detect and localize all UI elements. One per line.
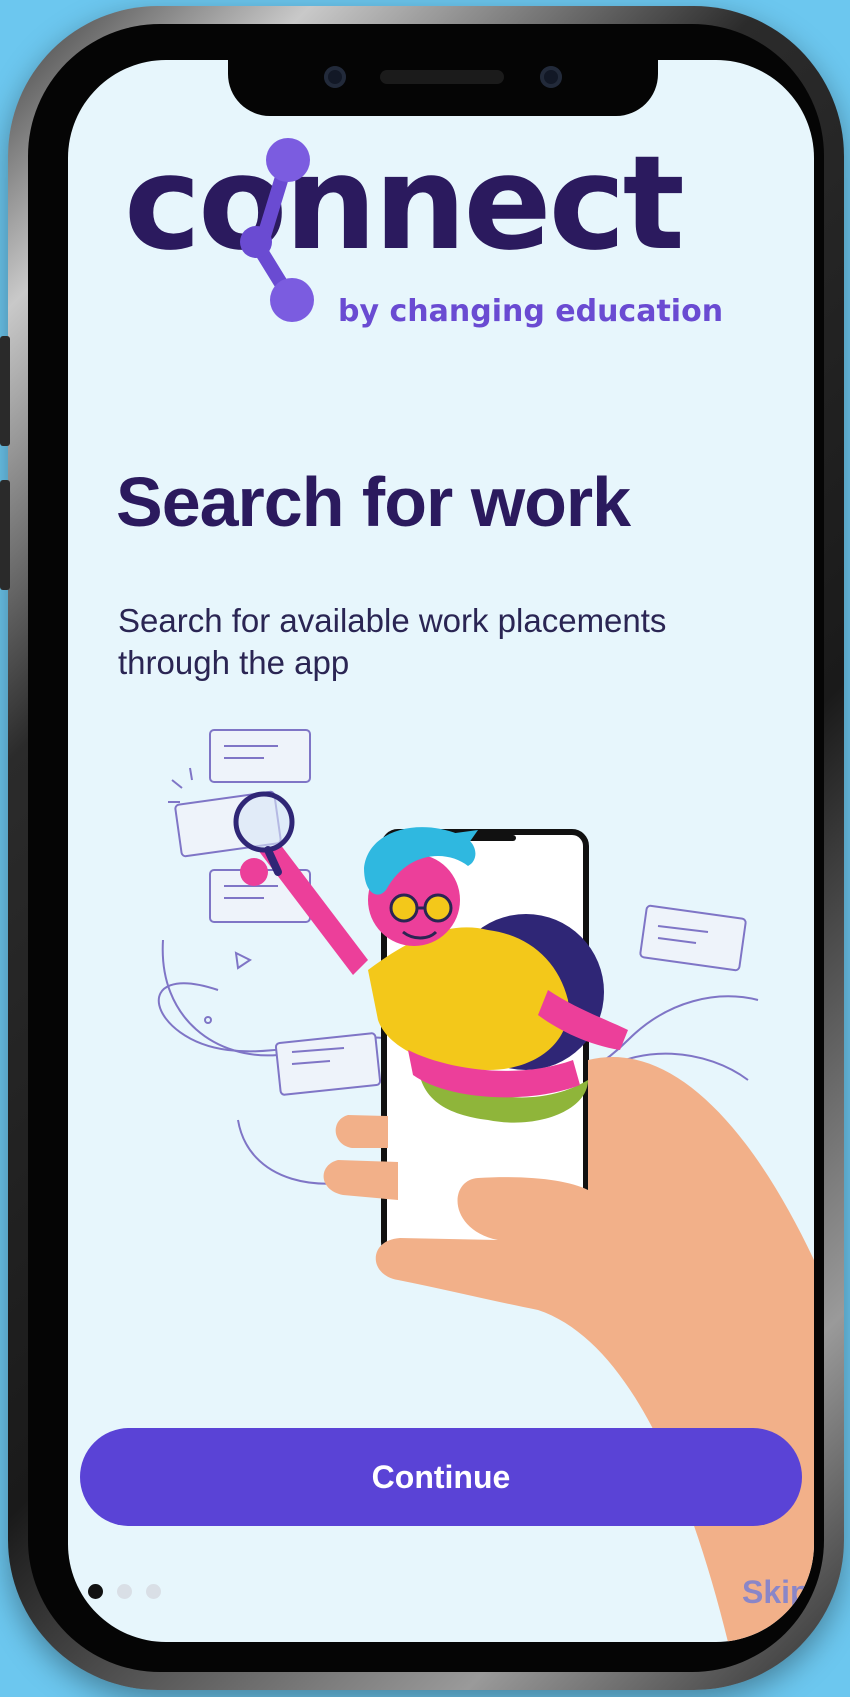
earpiece-speaker — [380, 70, 504, 84]
volume-down-button — [0, 480, 10, 590]
skip-button[interactable]: Skip — [742, 1574, 810, 1611]
page-dot-2[interactable] — [117, 1584, 132, 1599]
volume-up-button — [0, 336, 10, 446]
page-dot-1[interactable] — [88, 1584, 103, 1599]
continue-button[interactable]: Continue — [80, 1428, 802, 1526]
continue-button-label: Continue — [371, 1458, 511, 1495]
page-subtitle: Search for available work placements thr… — [118, 602, 667, 681]
app-screen: connect by changing education Search for… — [68, 60, 814, 1642]
device-mockup: connect by changing education Search for… — [0, 0, 850, 1697]
brand-tagline: by changing education — [338, 294, 724, 329]
front-camera-icon — [324, 66, 346, 88]
sensor-icon — [540, 66, 562, 88]
page-dot-3[interactable] — [146, 1584, 161, 1599]
phone-notch — [228, 60, 658, 116]
page-indicator — [88, 1584, 161, 1599]
page-title: Search for work — [116, 463, 631, 541]
